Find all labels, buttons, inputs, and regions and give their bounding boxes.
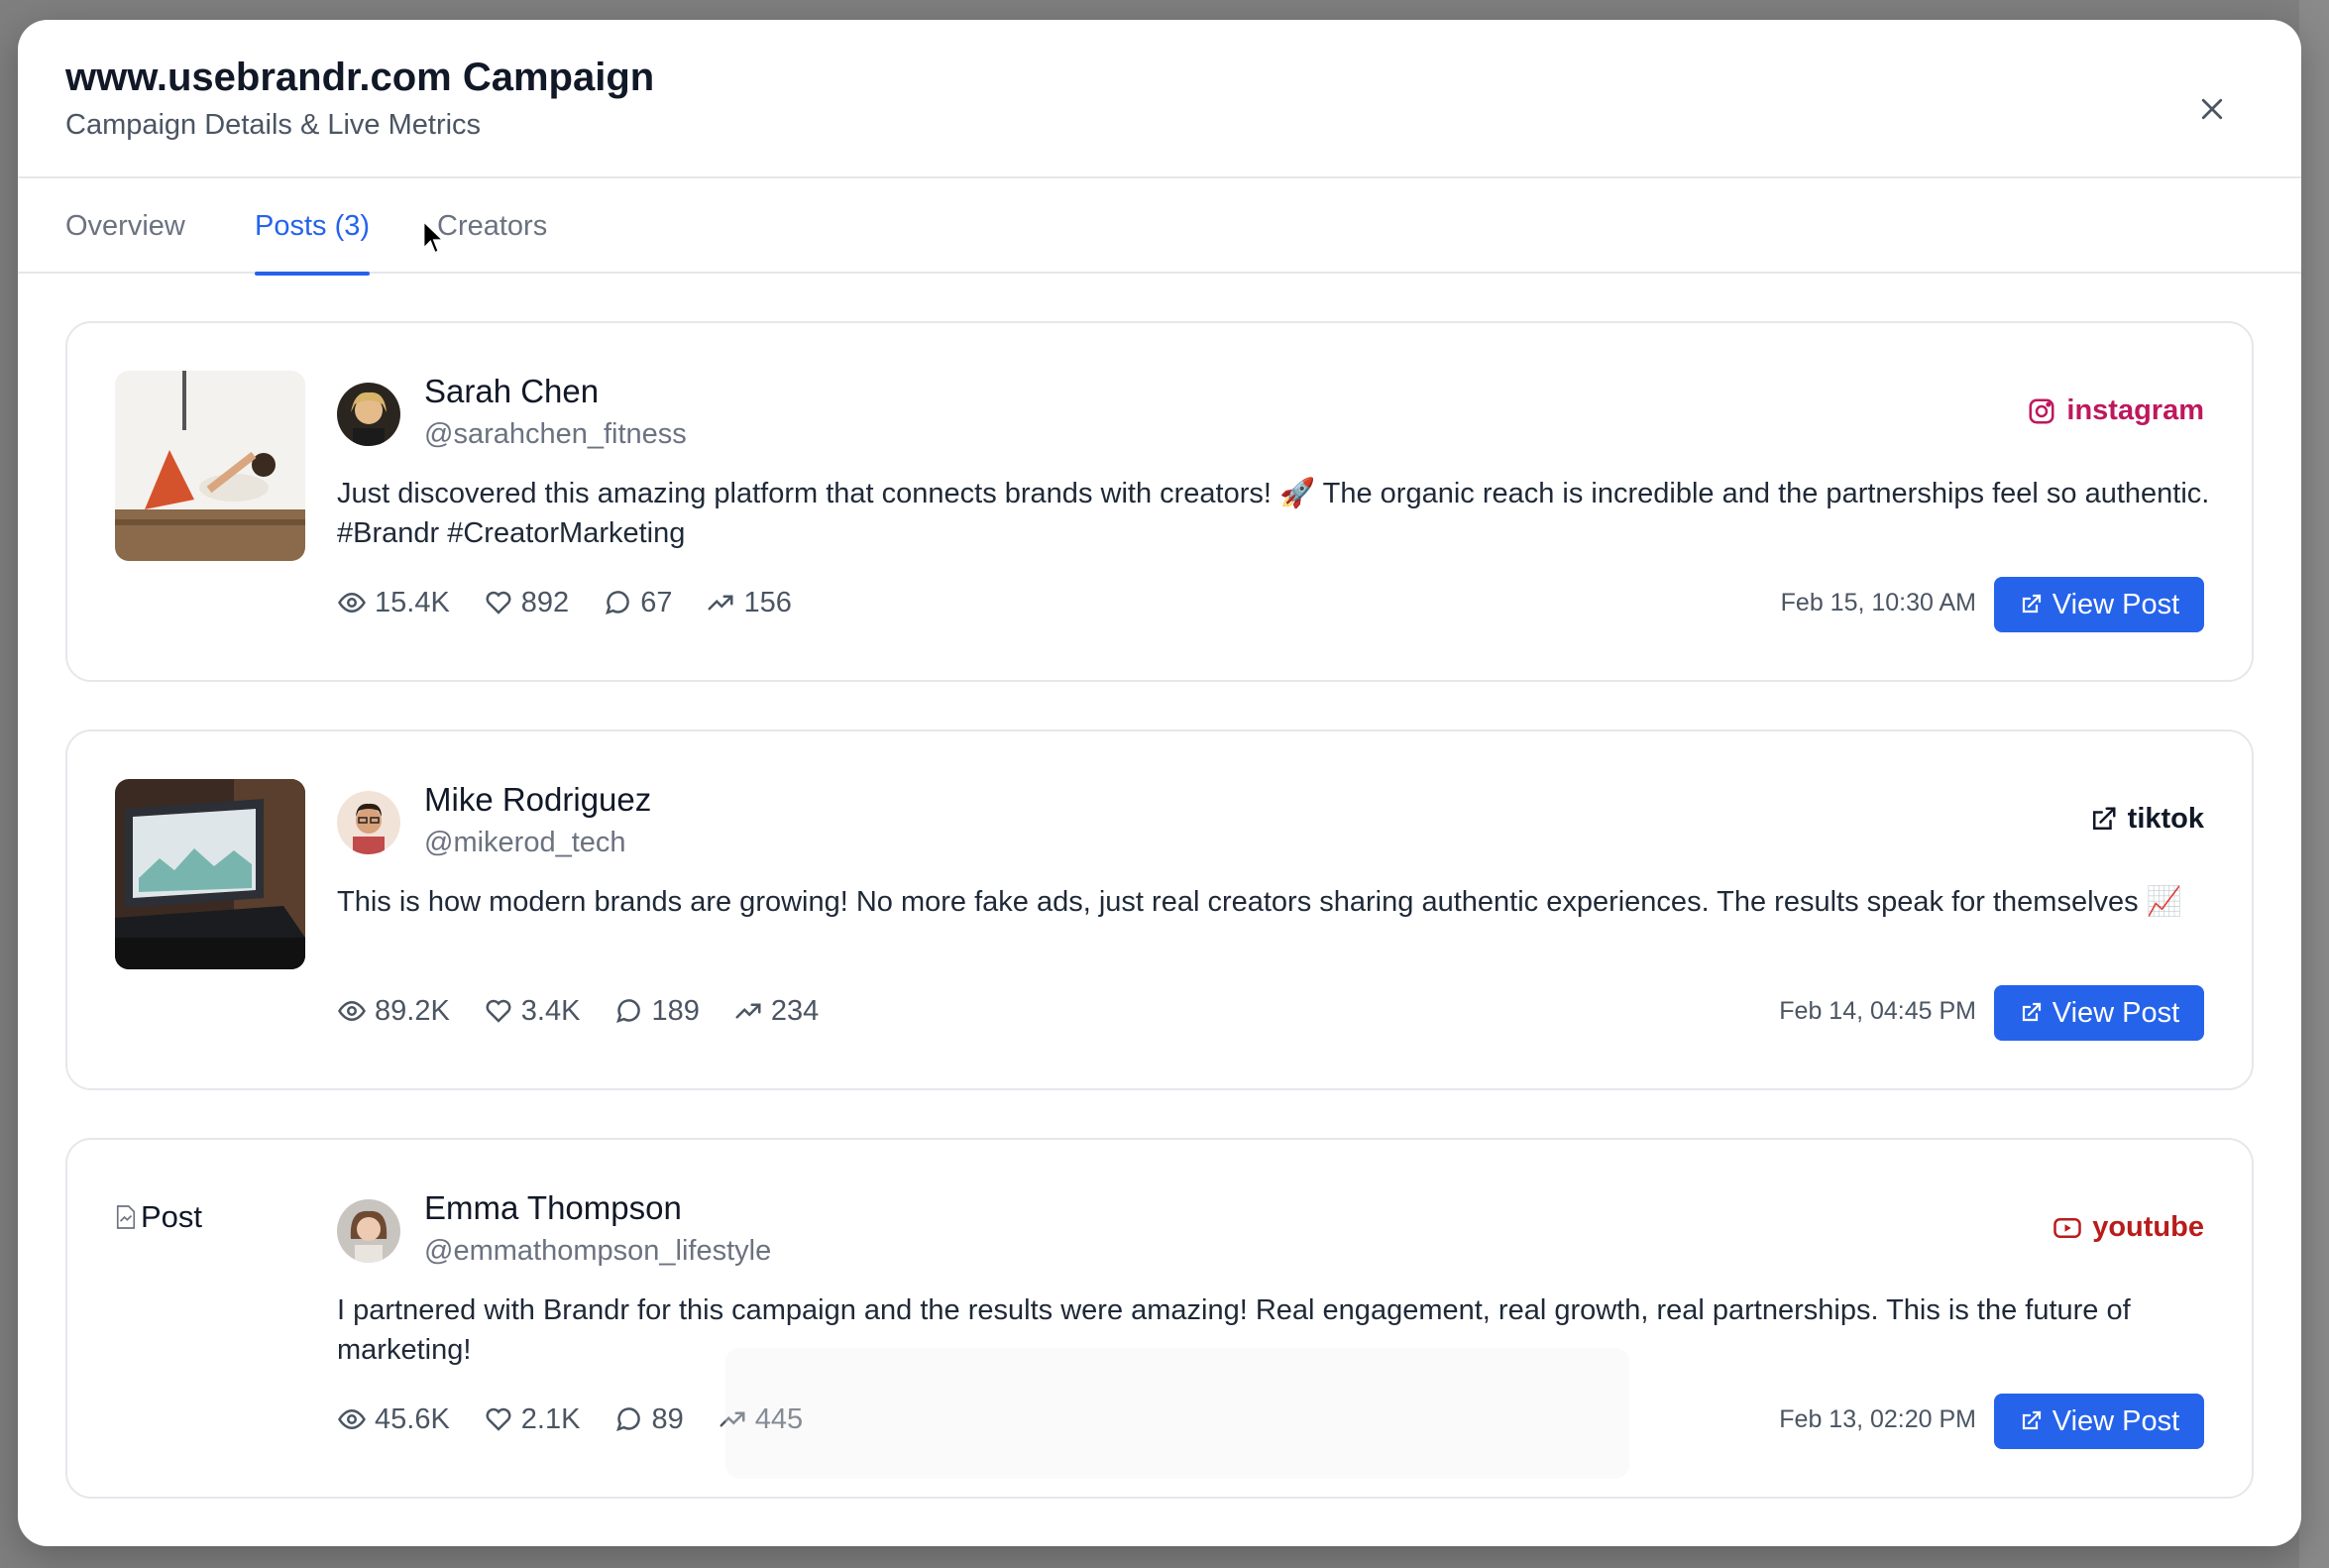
platform-label: instagram [2066, 394, 2204, 426]
author-name[interactable]: Mike Rodriguez [424, 781, 651, 819]
post-card: Sarah Chen @sarahchen_fitness instagram … [65, 321, 2254, 682]
post-metrics: 15.4K 892 67 156 [337, 583, 792, 622]
eye-icon [338, 1000, 366, 1022]
avatar[interactable] [337, 383, 400, 446]
author-handle: @sarahchen_fitness [424, 418, 687, 450]
view-post-label: View Post [2052, 1404, 2180, 1437]
eye-icon [338, 1408, 366, 1430]
views-count: 15.4K [375, 586, 450, 618]
view-post-button[interactable]: View Post [1994, 1394, 2204, 1449]
trending-up-icon [708, 595, 733, 611]
platform-label: tiktok [2127, 803, 2204, 835]
modal-title: www.usebrandr.com Campaign [65, 56, 655, 99]
shares-count: 156 [743, 586, 792, 618]
post-text: This is how modern brands are growing! N… [337, 886, 2182, 918]
tab-overview[interactable]: Overview [65, 178, 185, 274]
shares-metric: 234 [733, 995, 819, 1028]
youtube-icon [2053, 1217, 2081, 1238]
heart-icon [486, 1407, 511, 1431]
mouse-cursor-icon [422, 220, 446, 255]
comments-count: 189 [651, 994, 700, 1027]
views-metric: 45.6K [337, 1403, 450, 1436]
views-metric: 89.2K [337, 995, 450, 1028]
external-link-icon [2022, 1002, 2041, 1022]
author-handle: @emmathompson_lifestyle [424, 1235, 772, 1267]
campaign-modal: www.usebrandr.com Campaign Campaign Deta… [18, 20, 2301, 1546]
author-name[interactable]: Emma Thompson [424, 1189, 682, 1227]
heart-icon [486, 999, 511, 1023]
post-thumbnail[interactable] [115, 779, 305, 969]
comments-metric: 67 [603, 587, 672, 619]
post-card: Post Emma Thompson @emmathompson_lifesty… [65, 1138, 2254, 1499]
image-alt-text: Post [141, 1199, 203, 1234]
shares-count: 445 [754, 1402, 804, 1435]
post-date: Feb 13, 02:20 PM [1779, 1405, 1976, 1433]
posts-list: Sarah Chen @sarahchen_fitness instagram … [65, 321, 2254, 1546]
likes-metric: 892 [484, 587, 569, 619]
post-metrics: 45.6K 2.1K 89 445 [337, 1400, 803, 1439]
close-icon [2201, 98, 2223, 120]
post-date: Feb 15, 10:30 AM [1780, 589, 1976, 616]
platform-badge: tiktok [2088, 803, 2204, 836]
modal-header: www.usebrandr.com Campaign Campaign Deta… [18, 20, 2301, 178]
close-button[interactable] [2182, 79, 2242, 139]
tab-bar: Overview Posts (3) Creators [18, 178, 2301, 276]
view-post-button[interactable]: View Post [1994, 985, 2204, 1041]
post-text: Just discovered this amazing platform th… [337, 478, 2210, 549]
likes-count: 3.4K [520, 994, 581, 1027]
comment-icon [616, 1407, 641, 1431]
post-thumbnail[interactable] [115, 371, 305, 561]
likes-metric: 2.1K [484, 1402, 581, 1436]
tab-posts[interactable]: Posts (3) [255, 178, 371, 276]
comments-count: 89 [651, 1402, 684, 1435]
post-text: I partnered with Brandr for this campaig… [337, 1294, 2131, 1366]
eye-icon [338, 592, 366, 614]
post-card: Mike Rodriguez @mikerod_tech tiktok This… [65, 729, 2254, 1090]
likes-count: 2.1K [520, 1402, 581, 1435]
broken-image-icon [116, 1205, 136, 1229]
external-link-icon [2092, 807, 2116, 830]
trending-up-icon [720, 1411, 745, 1427]
author-name[interactable]: Sarah Chen [424, 373, 599, 410]
platform-badge: instagram [2027, 394, 2204, 427]
external-link-icon [2022, 594, 2041, 614]
trending-up-icon [735, 1003, 761, 1019]
views-count: 45.6K [375, 1402, 450, 1435]
modal-subtitle: Campaign Details & Live Metrics [65, 109, 482, 141]
comments-count: 67 [640, 586, 673, 618]
comments-metric: 189 [613, 994, 700, 1028]
post-date: Feb 14, 04:45 PM [1779, 997, 1976, 1025]
likes-count: 892 [520, 586, 570, 618]
comment-icon [616, 999, 641, 1023]
platform-badge: youtube [2052, 1211, 2204, 1244]
instagram-icon [2029, 398, 2054, 423]
backdrop [2299, 0, 2329, 1568]
comments-metric: 89 [613, 1402, 684, 1436]
post-thumbnail-broken[interactable]: Post [115, 1187, 305, 1247]
avatar[interactable] [337, 791, 400, 854]
view-post-label: View Post [2052, 996, 2180, 1029]
shares-count: 234 [770, 994, 820, 1027]
heart-icon [486, 591, 511, 615]
author-handle: @mikerod_tech [424, 827, 626, 858]
comment-icon [606, 591, 629, 615]
views-count: 89.2K [375, 994, 450, 1027]
views-metric: 15.4K [337, 587, 450, 619]
external-link-icon [2022, 1410, 2041, 1430]
shares-metric: 156 [706, 586, 792, 619]
view-post-label: View Post [2052, 588, 2180, 620]
avatar[interactable] [337, 1199, 400, 1263]
likes-metric: 3.4K [484, 994, 581, 1028]
view-post-button[interactable]: View Post [1994, 577, 2204, 632]
platform-label: youtube [2092, 1211, 2204, 1243]
shares-metric: 445 [718, 1403, 803, 1436]
post-metrics: 89.2K 3.4K 189 234 [337, 991, 819, 1031]
tab-creators[interactable]: Creators [437, 178, 547, 274]
